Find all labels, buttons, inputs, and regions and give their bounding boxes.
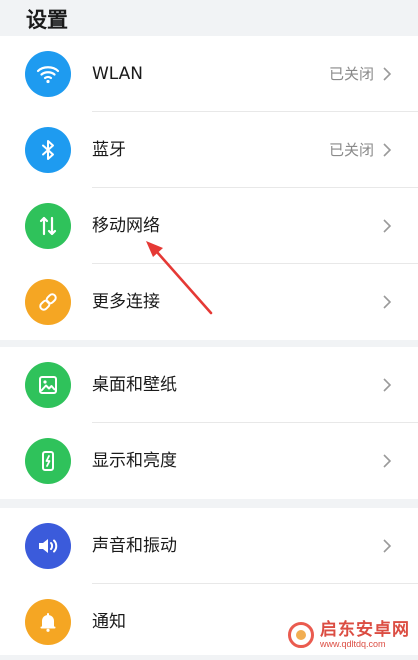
link-icon xyxy=(25,279,71,325)
chevron-right-icon xyxy=(383,219,392,233)
bluetooth-icon xyxy=(25,127,71,173)
chevron-right-icon xyxy=(383,143,392,157)
settings-item-label: 声音和振动 xyxy=(92,536,177,556)
settings-item-label: 显示和亮度 xyxy=(92,451,177,471)
status-text: 已关闭 xyxy=(328,141,374,159)
volume-icon xyxy=(25,523,71,569)
settings-item-label: 通知 xyxy=(92,612,126,632)
settings-item-label: 蓝牙 xyxy=(92,140,126,160)
chevron-right-icon xyxy=(383,378,392,392)
settings-item-label: 移动网络 xyxy=(92,216,160,236)
watermark-logo-icon xyxy=(288,622,314,649)
chevron-right-icon xyxy=(383,67,392,81)
settings-item-more-connections[interactable]: 更多连接 xyxy=(0,264,418,340)
mobile-data-icon xyxy=(25,203,71,249)
settings-item-label: 更多连接 xyxy=(92,292,160,312)
status-text: 已关闭 xyxy=(328,65,374,83)
wifi-icon xyxy=(25,51,71,97)
chevron-right-icon xyxy=(383,295,392,309)
settings-item-bluetooth[interactable]: 蓝牙 已关闭 xyxy=(0,112,418,188)
watermark: 启东安卓网 www.qdltdq.com xyxy=(288,619,410,649)
chevron-right-icon xyxy=(383,539,392,553)
settings-group-display: 桌面和壁纸 显示和亮度 xyxy=(0,347,418,499)
display-brightness-icon xyxy=(25,438,71,484)
settings-item-label: 桌面和壁纸 xyxy=(92,375,177,395)
chevron-right-icon xyxy=(383,454,392,468)
wallpaper-icon xyxy=(25,362,71,408)
settings-item-wlan[interactable]: WLAN 已关闭 xyxy=(0,36,418,112)
page-title: 设置 xyxy=(26,8,68,32)
settings-item-display-brightness[interactable]: 显示和亮度 xyxy=(0,423,418,499)
settings-group-connectivity: WLAN 已关闭 蓝牙 已关闭 移动网络 更多连接 xyxy=(0,36,418,340)
settings-item-mobile-network[interactable]: 移动网络 xyxy=(0,188,418,264)
watermark-title: 启东安卓网 xyxy=(320,619,410,640)
bell-icon xyxy=(25,599,71,645)
watermark-url: www.qdltdq.com xyxy=(320,638,386,649)
settings-item-wallpaper[interactable]: 桌面和壁纸 xyxy=(0,347,418,423)
settings-item-label: WLAN xyxy=(92,64,144,84)
settings-item-sound-vibration[interactable]: 声音和振动 xyxy=(0,508,418,584)
